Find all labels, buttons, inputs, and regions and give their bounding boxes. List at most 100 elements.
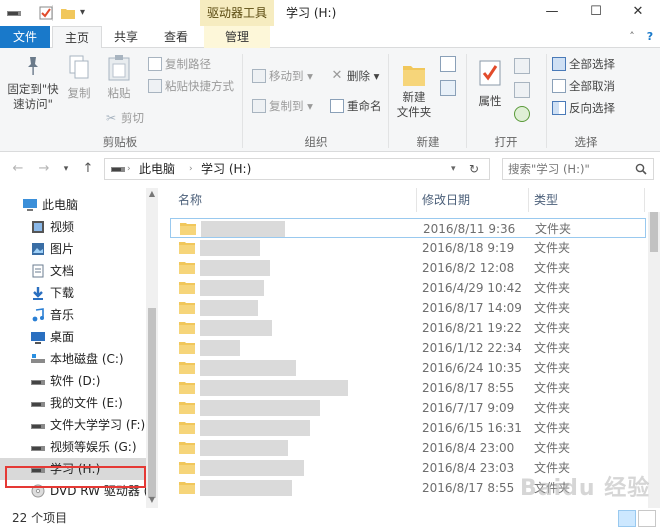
collapse-ribbon-icon[interactable]: ˄ <box>624 29 640 45</box>
column-header-type[interactable]: 类型 <box>534 188 558 212</box>
new-folder-icon[interactable] <box>60 5 76 21</box>
cut-button[interactable]: ✂ 剪切 <box>104 108 144 128</box>
window-title: 学习 (H:) <box>286 6 337 20</box>
file-row[interactable]: 2016/7/17 9:09 文件夹 <box>170 398 646 418</box>
move-to-button[interactable]: 移动到 ▾ <box>252 66 313 86</box>
column-divider[interactable] <box>528 188 529 212</box>
file-name-redacted <box>200 260 270 276</box>
video-folder-icon <box>32 221 44 233</box>
new-item-button[interactable] <box>440 56 458 74</box>
easy-access-button[interactable] <box>440 80 458 98</box>
file-row[interactable]: 2016/6/24 10:35 文件夹 <box>170 358 646 378</box>
copy-path-button[interactable]: 复制路径 <box>148 54 211 74</box>
rename-button[interactable]: 重命名 <box>330 96 382 116</box>
sidebar-item-label: 我的文件 (E:) <box>50 396 123 410</box>
sidebar-item[interactable]: 桌面 <box>0 326 146 348</box>
back-arrow-icon[interactable]: ← <box>10 161 26 177</box>
tab-view[interactable]: 查看 <box>154 26 198 48</box>
column-header-name[interactable]: 名称 <box>178 188 202 212</box>
paste-shortcut-button[interactable]: 粘贴快捷方式 <box>148 76 234 96</box>
select-all-button[interactable]: 全部选择 <box>552 54 615 74</box>
copy-to-button[interactable]: 复制到 ▾ <box>252 96 313 116</box>
paste-label: 粘贴 <box>107 86 131 100</box>
breadcrumb-this-pc[interactable]: 此电脑 <box>139 159 175 179</box>
pin-label-line2: 速访问" <box>13 97 53 111</box>
maximize-button[interactable]: ☐ <box>574 0 618 26</box>
tab-manage[interactable]: 管理 <box>204 26 270 48</box>
column-divider[interactable] <box>416 188 417 212</box>
navigation-pane-scrollbar[interactable]: ▲ ▼ <box>146 188 158 508</box>
scroll-thumb[interactable] <box>650 212 658 252</box>
customize-quick-access-icon[interactable]: ▾ <box>80 5 96 21</box>
large-icons-view-button[interactable] <box>638 510 656 527</box>
search-input[interactable] <box>508 160 628 178</box>
file-row[interactable]: 2016/8/18 9:19 文件夹 <box>170 238 646 258</box>
sidebar-item[interactable]: 文件大学学习 (F:) <box>0 414 146 436</box>
pin-to-quick-access-button[interactable]: 固定到"快 速访问" <box>4 54 62 112</box>
file-row[interactable]: 2016/4/29 10:42 文件夹 <box>170 278 646 298</box>
new-folder-label-line1: 新建 <box>402 90 426 104</box>
new-folder-button[interactable]: 新建 文件夹 <box>392 58 436 120</box>
group-label-organize: 组织 <box>304 135 328 149</box>
sidebar-item[interactable]: 下载 <box>0 282 146 304</box>
recent-locations-icon[interactable]: ▾ <box>58 161 74 177</box>
file-row[interactable]: 2016/8/11 9:36 文件夹 <box>170 218 646 238</box>
open-button[interactable] <box>514 58 530 74</box>
selection-highlight <box>5 466 146 488</box>
file-row[interactable]: 2016/1/12 22:34 文件夹 <box>170 338 646 358</box>
breadcrumb-separator-icon: › <box>189 164 193 174</box>
sidebar-item[interactable]: 音乐 <box>0 304 146 326</box>
breadcrumb-current-drive[interactable]: 学习 (H:) <box>201 159 251 179</box>
paste-button[interactable]: 粘贴 <box>100 54 138 101</box>
scroll-up-icon[interactable]: ▲ <box>146 188 158 200</box>
close-button[interactable]: ✕ <box>616 0 660 26</box>
file-row[interactable]: 2016/8/4 23:00 文件夹 <box>170 438 646 458</box>
history-button[interactable] <box>514 106 530 122</box>
tab-home[interactable]: 主页 <box>52 26 102 49</box>
sidebar-item[interactable]: 软件 (D:) <box>0 370 146 392</box>
column-header-date[interactable]: 修改日期 <box>422 188 470 212</box>
modified-date: 2016/8/21 19:22 <box>422 321 522 335</box>
modified-date: 2016/8/4 23:00 <box>422 441 515 455</box>
sidebar-item[interactable]: 文档 <box>0 260 146 282</box>
sidebar-item[interactable]: 此电脑 <box>0 194 146 216</box>
tab-file[interactable]: 文件 <box>0 26 50 48</box>
invert-selection-label: 反向选择 <box>569 101 615 115</box>
properties-label: 属性 <box>478 94 502 108</box>
sidebar-item[interactable]: 我的文件 (E:) <box>0 392 146 414</box>
refresh-icon[interactable]: ↻ <box>469 159 479 179</box>
file-row[interactable]: 2016/8/21 19:22 文件夹 <box>170 318 646 338</box>
properties-button[interactable]: 属性 <box>470 58 510 109</box>
minimize-button[interactable]: — <box>530 0 574 26</box>
sort-ascending-icon: ˄ <box>288 188 293 195</box>
properties-icon[interactable] <box>38 5 54 21</box>
delete-button[interactable]: ✕ 删除 ▾ <box>330 66 380 86</box>
sidebar-item[interactable]: 本地磁盘 (C:) <box>0 348 146 370</box>
sidebar-item-label: 视频 <box>50 220 75 234</box>
invert-selection-button[interactable]: 反向选择 <box>552 98 615 118</box>
pin-label-line1: 固定到"快 <box>7 82 59 96</box>
edit-button[interactable] <box>514 82 530 98</box>
up-arrow-icon[interactable]: ↑ <box>80 161 96 177</box>
file-row[interactable]: 2016/6/15 16:31 文件夹 <box>170 418 646 438</box>
sidebar-item[interactable]: 视频等娱乐 (G:) <box>0 436 146 458</box>
copy-button[interactable]: 复制 <box>62 54 96 101</box>
column-divider[interactable] <box>644 188 645 212</box>
sidebar-item[interactable]: 视频 <box>0 216 146 238</box>
file-row[interactable]: 2016/8/17 14:09 文件夹 <box>170 298 646 318</box>
scroll-down-icon[interactable]: ▼ <box>146 494 158 506</box>
select-none-button[interactable]: 全部取消 <box>552 76 615 96</box>
drive-icon <box>31 402 45 407</box>
forward-arrow-icon[interactable]: → <box>36 161 52 177</box>
sidebar-item[interactable]: 图片 <box>0 238 146 260</box>
scroll-thumb[interactable] <box>148 308 156 498</box>
search-box[interactable] <box>502 158 654 180</box>
address-dropdown-icon[interactable]: ▾ <box>451 159 456 179</box>
file-row[interactable]: 2016/8/2 12:08 文件夹 <box>170 258 646 278</box>
address-bar[interactable]: › 此电脑 › 学习 (H:) ▾ ↻ <box>104 158 490 180</box>
file-list-scrollbar[interactable] <box>648 212 660 508</box>
details-view-button[interactable] <box>618 510 636 527</box>
file-row[interactable]: 2016/8/17 8:55 文件夹 <box>170 378 646 398</box>
tab-share[interactable]: 共享 <box>104 26 148 48</box>
help-icon[interactable]: ? <box>642 29 658 45</box>
